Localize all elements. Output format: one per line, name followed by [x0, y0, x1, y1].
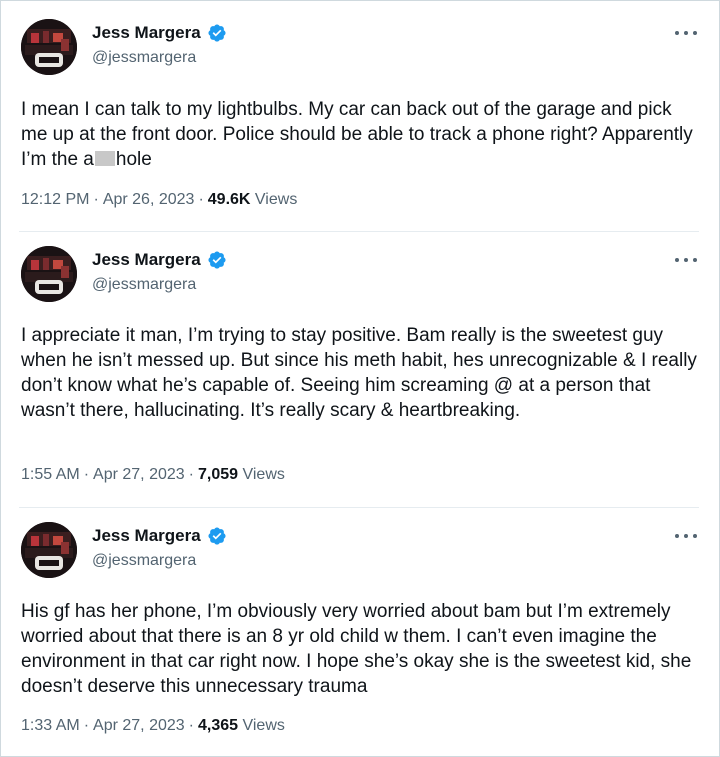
views-count[interactable]: 49.6K: [208, 191, 251, 208]
tweet-date[interactable]: Apr 27, 2023: [93, 466, 185, 483]
tweet-time[interactable]: 12:12 PM: [21, 191, 89, 208]
meta-separator: ·: [83, 717, 90, 734]
meta-separator: ·: [83, 466, 90, 483]
tweet-meta: 1:55 AM · Apr 27, 2023 · 7,059 Views: [21, 466, 285, 484]
avatar-photo: [21, 522, 77, 578]
display-name[interactable]: Jess Margera: [92, 526, 201, 546]
divider: [19, 507, 699, 508]
avatar-photo: [21, 19, 77, 75]
meta-separator: ·: [188, 466, 194, 483]
meta-separator: ·: [188, 717, 194, 734]
tweet-text-part: hole: [115, 149, 152, 170]
meta-separator: ·: [93, 191, 99, 208]
tweet-thread: Jess Margera @jessmargera I mean I can t…: [0, 0, 720, 757]
redaction-block: [94, 151, 115, 166]
tweet-meta: 12:12 PM · Apr 26, 2023 · 49.6K Views: [21, 191, 297, 209]
meta-separator: ·: [198, 191, 204, 208]
user-handle[interactable]: @jessmargera: [92, 49, 196, 67]
user-handle[interactable]: @jessmargera: [92, 552, 196, 570]
tweet-meta: 1:33 AM · Apr 27, 2023 · 4,365 Views: [21, 717, 285, 735]
views-label[interactable]: Views: [255, 191, 297, 208]
more-options-icon[interactable]: [675, 252, 697, 268]
tweet-text: I mean I can talk to my lightbulbs. My c…: [21, 97, 701, 172]
verified-badge-icon: [207, 250, 227, 270]
verified-badge-icon: [207, 526, 227, 546]
more-options-icon[interactable]: [675, 25, 697, 41]
display-name[interactable]: Jess Margera: [92, 250, 201, 270]
tweet-text: I appreciate it man, I’m trying to stay …: [21, 325, 697, 421]
tweet-time[interactable]: 1:55 AM: [21, 466, 80, 483]
views-label[interactable]: Views: [242, 466, 284, 483]
tweet-time[interactable]: 1:33 AM: [21, 717, 80, 734]
more-options-icon[interactable]: [675, 528, 697, 544]
views-label[interactable]: Views: [242, 717, 284, 734]
avatar[interactable]: [21, 246, 77, 302]
tweet-text: His gf has her phone, I’m obviously very…: [21, 601, 692, 697]
tweet-date[interactable]: Apr 27, 2023: [93, 717, 185, 734]
user-handle[interactable]: @jessmargera: [92, 276, 196, 294]
avatar[interactable]: [21, 19, 77, 75]
verified-badge-icon: [207, 23, 227, 43]
avatar-photo: [21, 246, 77, 302]
views-count[interactable]: 7,059: [198, 466, 238, 483]
display-name[interactable]: Jess Margera: [92, 23, 201, 43]
tweet-date[interactable]: Apr 26, 2023: [103, 191, 195, 208]
views-count[interactable]: 4,365: [198, 717, 238, 734]
divider: [19, 231, 699, 232]
avatar[interactable]: [21, 522, 77, 578]
